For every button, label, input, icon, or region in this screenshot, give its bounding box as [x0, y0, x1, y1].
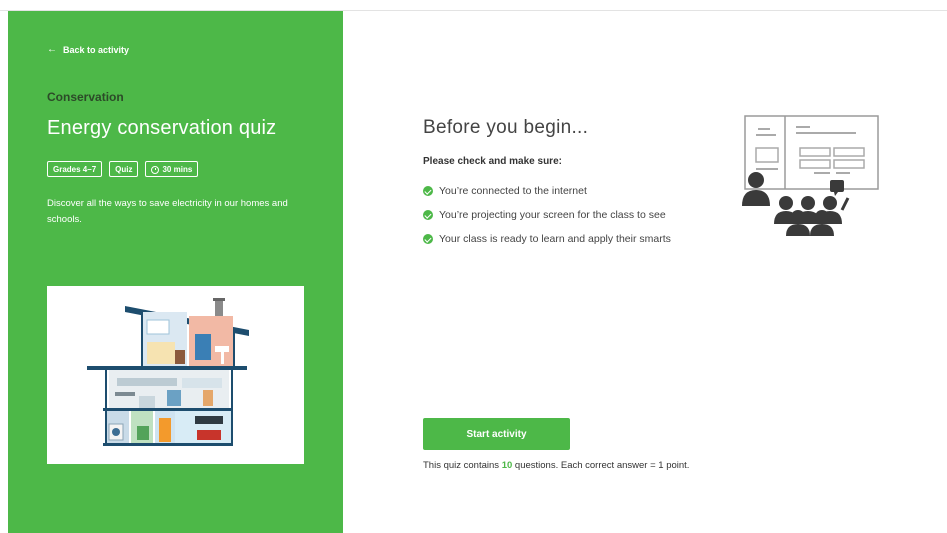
quiz-info: This quiz contains 10 questions. Each co… [423, 460, 689, 471]
house-cutaway-illustration [87, 298, 249, 446]
arrow-left-icon: ← [47, 44, 57, 55]
badge-row: Grades 4–7 Quiz 30 mins [47, 161, 199, 177]
check-circle-icon [423, 234, 433, 244]
checklist-heading: Please check and make sure: [423, 156, 562, 167]
main-heading: Before you begin... [423, 117, 589, 138]
checklist-item-label: Your class is ready to learn and apply t… [439, 233, 671, 245]
quiz-info-suffix: questions. Each correct answer = 1 point… [512, 460, 690, 471]
checklist-item: You’re projecting your screen for the cl… [423, 203, 671, 227]
activity-category: Conservation [47, 90, 124, 104]
back-to-activity-link[interactable]: ← Back to activity [47, 44, 130, 56]
type-badge-label: Quiz [115, 165, 133, 174]
type-badge: Quiz [109, 161, 139, 177]
quiz-title: Energy conservation quiz [47, 117, 277, 139]
house-illustration-card [47, 286, 304, 464]
duration-badge-label: 30 mins [162, 165, 193, 174]
classroom-presentation-illustration [742, 115, 879, 236]
back-link-label: Back to activity [63, 45, 130, 55]
checklist-item-label: You’re projecting your screen for the cl… [439, 209, 666, 221]
quiz-description: Discover all the ways to save electricit… [47, 198, 288, 225]
grades-badge: Grades 4–7 [47, 161, 103, 177]
question-count: 10 [501, 460, 513, 471]
checklist: You’re connected to the internet You’re … [423, 179, 671, 251]
duration-badge: 30 mins [145, 161, 199, 177]
check-circle-icon [423, 186, 433, 196]
clock-icon [151, 165, 160, 174]
check-circle-icon [423, 210, 433, 220]
grades-badge-label: Grades 4–7 [53, 165, 97, 174]
activity-sidebar: ← Back to activity Conservation Energy c… [8, 11, 343, 533]
quiz-info-prefix: This quiz contains [423, 460, 502, 471]
start-activity-button[interactable]: Start activity [423, 418, 570, 450]
checklist-item: You’re connected to the internet [423, 179, 671, 203]
checklist-item: Your class is ready to learn and apply t… [423, 227, 671, 251]
checklist-item-label: You’re connected to the internet [439, 185, 587, 197]
